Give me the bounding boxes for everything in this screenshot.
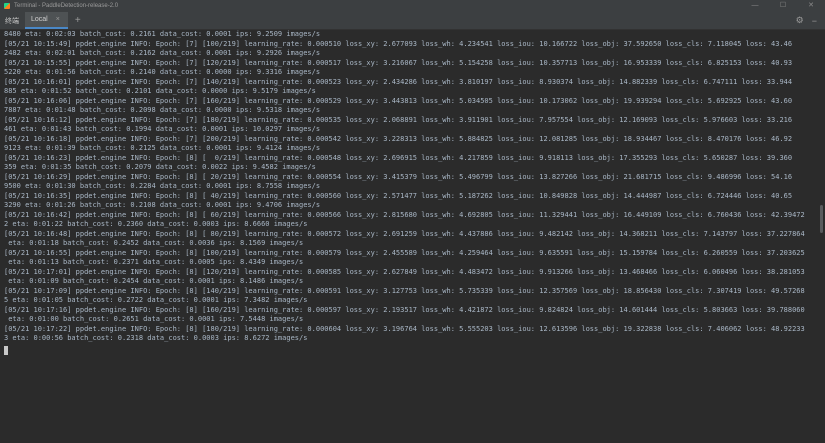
terminal-line: [05/21 10:17:01] ppdet.engine INFO: Epoc… [4,267,805,276]
terminal-line: [05/21 10:17:16] ppdet.engine INFO: Epoc… [4,305,805,314]
terminal-line: [05/21 10:16:35] ppdet.engine INFO: Epoc… [4,191,793,200]
terminal-line: 8480 eta: 0:02:03 batch_cost: 0.2161 dat… [4,30,321,38]
vertical-scrollbar[interactable] [820,205,823,233]
terminal-line: [05/21 10:17:22] ppdet.engine INFO: Epoc… [4,324,805,333]
terminal-line: 5 eta: 0:01:05 batch_cost: 0.2722 data_c… [4,296,308,304]
terminal-line: 3290 eta: 0:01:26 batch_cost: 0.2108 dat… [4,201,321,209]
terminal-cursor [4,345,8,355]
terminal-line: 2482 eta: 0:02:01 batch_cost: 0.2162 dat… [4,49,321,57]
terminal-line: 7887 eta: 0:01:48 batch_cost: 0.2098 dat… [4,106,321,114]
terminal-line: [05/21 10:16:01] ppdet.engine INFO: Epoc… [4,77,793,86]
gear-icon[interactable]: ⚙ [796,15,804,26]
terminal-line: eta: 0:01:18 batch_cost: 0.2452 data_cos… [4,239,304,247]
terminal-tab-bar: 终端 Local × + ⚙ − [0,12,825,30]
tool-window-label: 终端 [5,17,19,25]
tab-local[interactable]: Local × [25,12,68,29]
terminal-line: eta: 0:01:09 batch_cost: 0.2454 data_cos… [4,277,304,285]
pycharm-app-icon [4,3,10,9]
terminal-line: 3 eta: 0:00:56 batch_cost: 0.2318 data_c… [4,334,308,342]
terminal-line: [05/21 10:16:42] ppdet.engine INFO: Epoc… [4,210,805,219]
terminal-line: [05/21 10:15:55] ppdet.engine INFO: Epoc… [4,58,793,67]
tab-close-icon[interactable]: × [56,16,60,23]
terminal-line: [05/21 10:16:06] ppdet.engine INFO: Epoc… [4,96,793,105]
terminal-line: [05/21 10:16:18] ppdet.engine INFO: Epoc… [4,134,793,143]
minimize-icon[interactable]: — [741,0,769,12]
terminal-line: 885 eta: 0:01:52 batch_cost: 0.2101 data… [4,87,316,95]
window-title: Terminal - PaddleDetection-release-2.0 [14,3,119,9]
hide-panel-icon[interactable]: − [812,16,817,26]
terminal-line: 9500 eta: 0:01:30 batch_cost: 0.2284 dat… [4,182,321,190]
terminal-line: [05/21 10:16:23] ppdet.engine INFO: Epoc… [4,153,793,162]
terminal-line: [05/21 10:17:09] ppdet.engine INFO: Epoc… [4,286,805,295]
terminal-output[interactable]: 8480 eta: 0:02:03 batch_cost: 0.2161 dat… [4,30,814,420]
terminal-line: 9123 eta: 0:01:39 batch_cost: 0.2125 dat… [4,144,321,152]
terminal-line: eta: 0:01:13 batch_cost: 0.2371 data_cos… [4,258,304,266]
terminal-line: [05/21 10:16:55] ppdet.engine INFO: Epoc… [4,248,805,257]
terminal-line: [05/21 10:16:29] ppdet.engine INFO: Epoc… [4,172,793,181]
terminal-line: 359 eta: 0:01:35 batch_cost: 0.2079 data… [4,163,316,171]
terminal-line: [05/21 10:16:12] ppdet.engine INFO: Epoc… [4,115,793,124]
maximize-icon[interactable]: ☐ [769,0,797,12]
terminal-line: 461 eta: 0:01:43 batch_cost: 0.1994 data… [4,125,321,133]
new-tab-icon[interactable]: + [75,15,81,26]
close-icon[interactable]: ✕ [797,0,825,12]
window-titlebar: Terminal - PaddleDetection-release-2.0 —… [0,0,825,12]
terminal-line: [05/21 10:15:49] ppdet.engine INFO: Epoc… [4,39,793,48]
tab-local-label: Local [31,16,48,23]
terminal-line: 5220 eta: 0:01:56 batch_cost: 0.2140 dat… [4,68,321,76]
terminal-line: 2 eta: 0:01:22 batch_cost: 0.2360 data_c… [4,220,308,228]
terminal-line: eta: 0:01:00 batch_cost: 0.2651 data_cos… [4,315,304,323]
terminal-line: [05/21 10:16:48] ppdet.engine INFO: Epoc… [4,229,805,238]
